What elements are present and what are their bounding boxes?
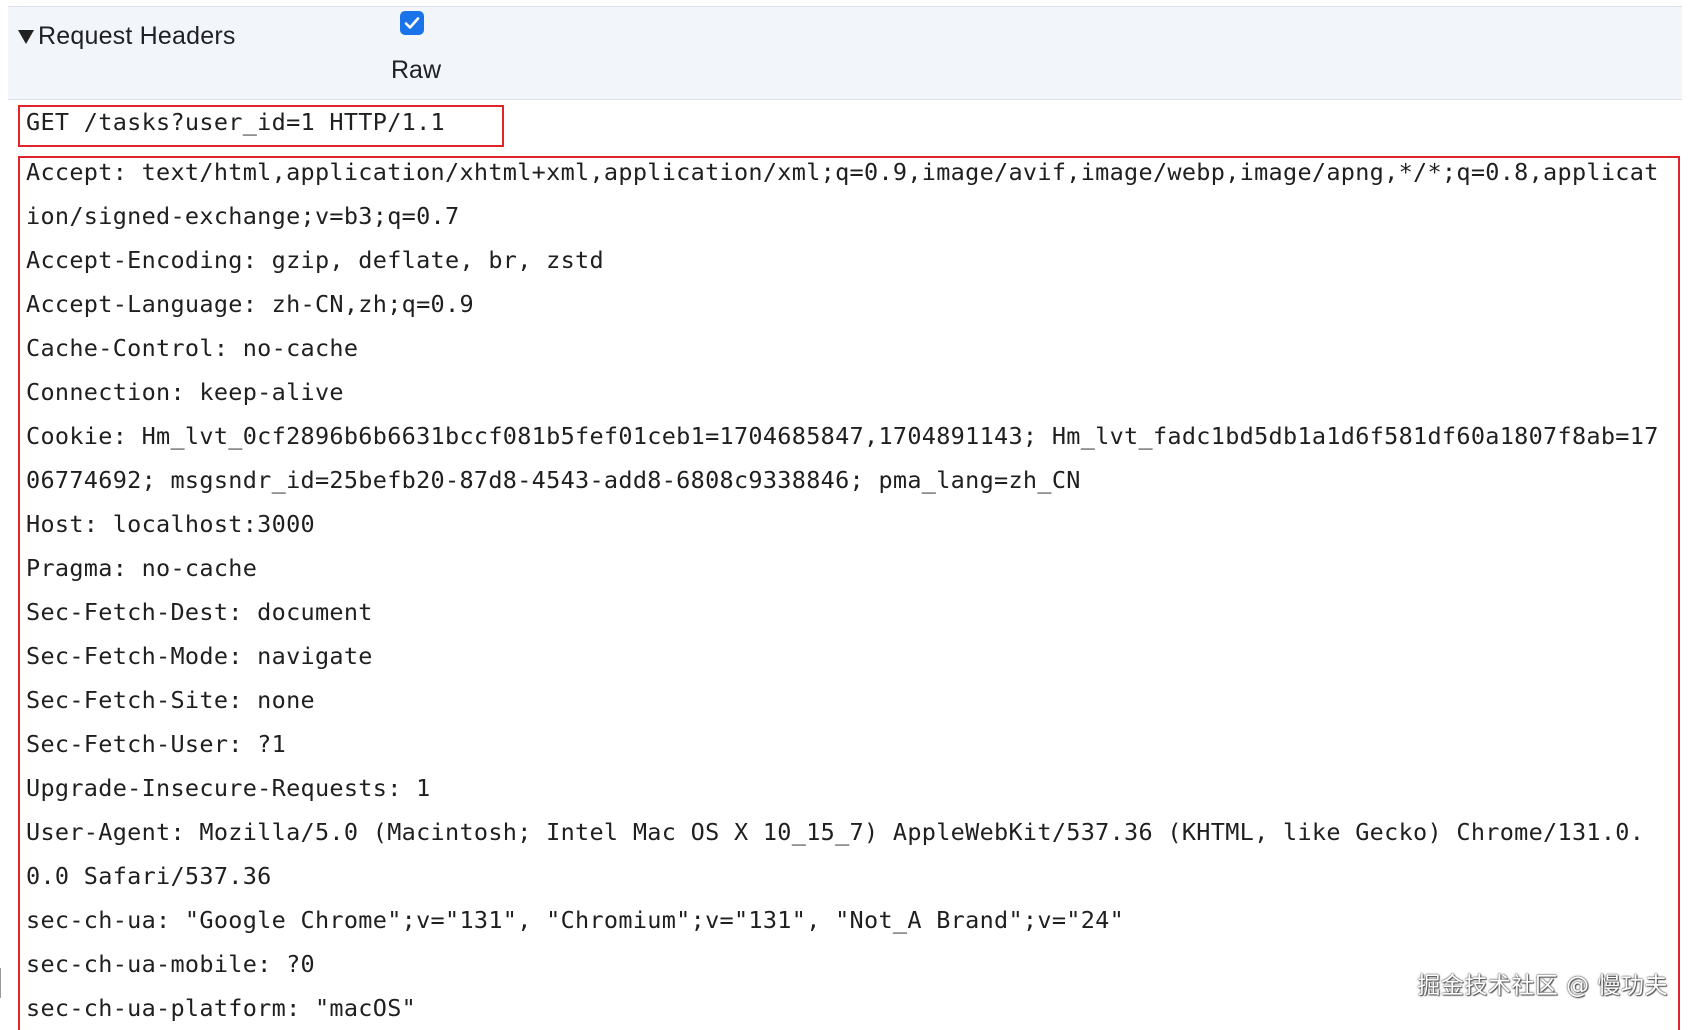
header-line: Sec-Fetch-Mode: navigate: [26, 642, 373, 670]
request-line: GET /tasks?user_id=1 HTTP/1.1: [26, 108, 445, 136]
triangle-down-icon: [18, 30, 34, 44]
header-line: 06774692; msgsndr_id=25befb20-87d8-4543-…: [26, 466, 1081, 494]
header-line: 0.0 Safari/537.36: [26, 862, 272, 890]
header-line: Cache-Control: no-cache: [26, 334, 359, 362]
header-line: sec-ch-ua-platform: "macOS": [26, 994, 417, 1022]
header-line: Sec-Fetch-Site: none: [26, 686, 315, 714]
raw-checkbox[interactable]: [400, 11, 424, 35]
header-line: Accept-Language: zh-CN,zh;q=0.9: [26, 290, 474, 318]
header-line: sec-ch-ua: "Google Chrome";v="131", "Chr…: [26, 906, 1125, 934]
header-line: Accept: text/html,application/xhtml+xml,…: [26, 158, 1659, 186]
header-line: Sec-Fetch-Dest: document: [26, 598, 373, 626]
raw-label: Raw: [391, 56, 442, 84]
header-lines: Accept: text/html,application/xhtml+xml,…: [26, 150, 1659, 1030]
header-line: Accept-Encoding: gzip, deflate, br, zstd: [26, 246, 604, 274]
header-line: Pragma: no-cache: [26, 554, 258, 582]
header-line: sec-ch-ua-mobile: ?0: [26, 950, 315, 978]
raw-headers-area: GET /tasks?user_id=1 HTTP/1.1 Accept: te…: [18, 100, 1682, 1030]
header-line: Connection: keep-alive: [26, 378, 344, 406]
request-headers-toggle[interactable]: Request Headers: [18, 18, 236, 54]
watermark: 掘金技术社区 @ 慢功夫: [1417, 973, 1668, 999]
checkmark-icon: [404, 17, 420, 29]
devtools-headers-panel: Request Headers Raw GET /tasks?user_id=1…: [0, 0, 1694, 1030]
header-line: Sec-Fetch-User: ?1: [26, 730, 287, 758]
header-line: Upgrade-Insecure-Requests: 1: [26, 774, 431, 802]
header-line: ion/signed-exchange;v=b3;q=0.7: [26, 202, 460, 230]
header-line: Cookie: Hm_lvt_0cf2896b6b6631bccf081b5fe…: [26, 422, 1659, 450]
header-line: User-Agent: Mozilla/5.0 (Macintosh; Inte…: [26, 818, 1645, 846]
request-headers-bar: [8, 6, 1682, 100]
header-line: Host: localhost:3000: [26, 510, 315, 538]
divider: [0, 968, 1, 998]
section-title: Request Headers: [38, 21, 236, 50]
